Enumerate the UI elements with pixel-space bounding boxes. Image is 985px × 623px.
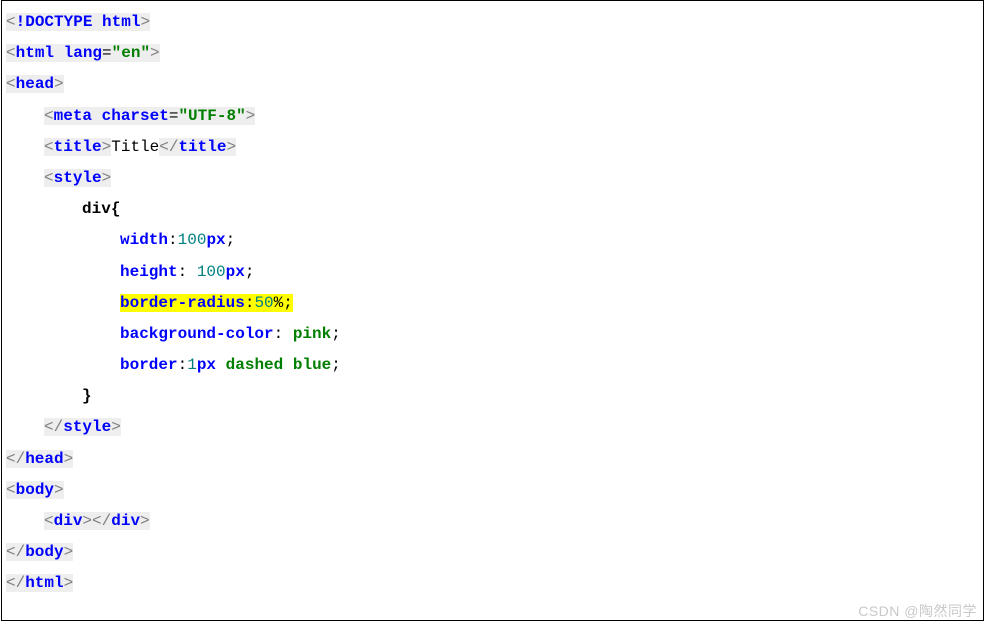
code-line: <head> — [6, 69, 979, 100]
code-line: <meta charset="UTF-8"> — [6, 101, 979, 132]
code-line-highlighted: border-radius:50%; — [6, 288, 979, 319]
code-line: </head> — [6, 444, 979, 475]
code-line: <html lang="en"> — [6, 38, 979, 69]
code-line: </html> — [6, 568, 979, 599]
code-line: </body> — [6, 537, 979, 568]
code-line: <body> — [6, 475, 979, 506]
code-block: <!DOCTYPE html> <html lang="en"> <head> … — [1, 0, 984, 621]
code-line: div{ — [6, 194, 979, 225]
code-line: </style> — [6, 412, 979, 443]
code-line: <title>Title</title> — [6, 132, 979, 163]
code-line: <style> — [6, 163, 979, 194]
code-line: <!DOCTYPE html> — [6, 7, 979, 38]
code-line: <div></div> — [6, 506, 979, 537]
code-line: height: 100px; — [6, 257, 979, 288]
code-line: background-color: pink; — [6, 319, 979, 350]
code-line: width:100px; — [6, 225, 979, 256]
code-line: border:1px dashed blue; — [6, 350, 979, 381]
code-line: } — [6, 381, 979, 412]
